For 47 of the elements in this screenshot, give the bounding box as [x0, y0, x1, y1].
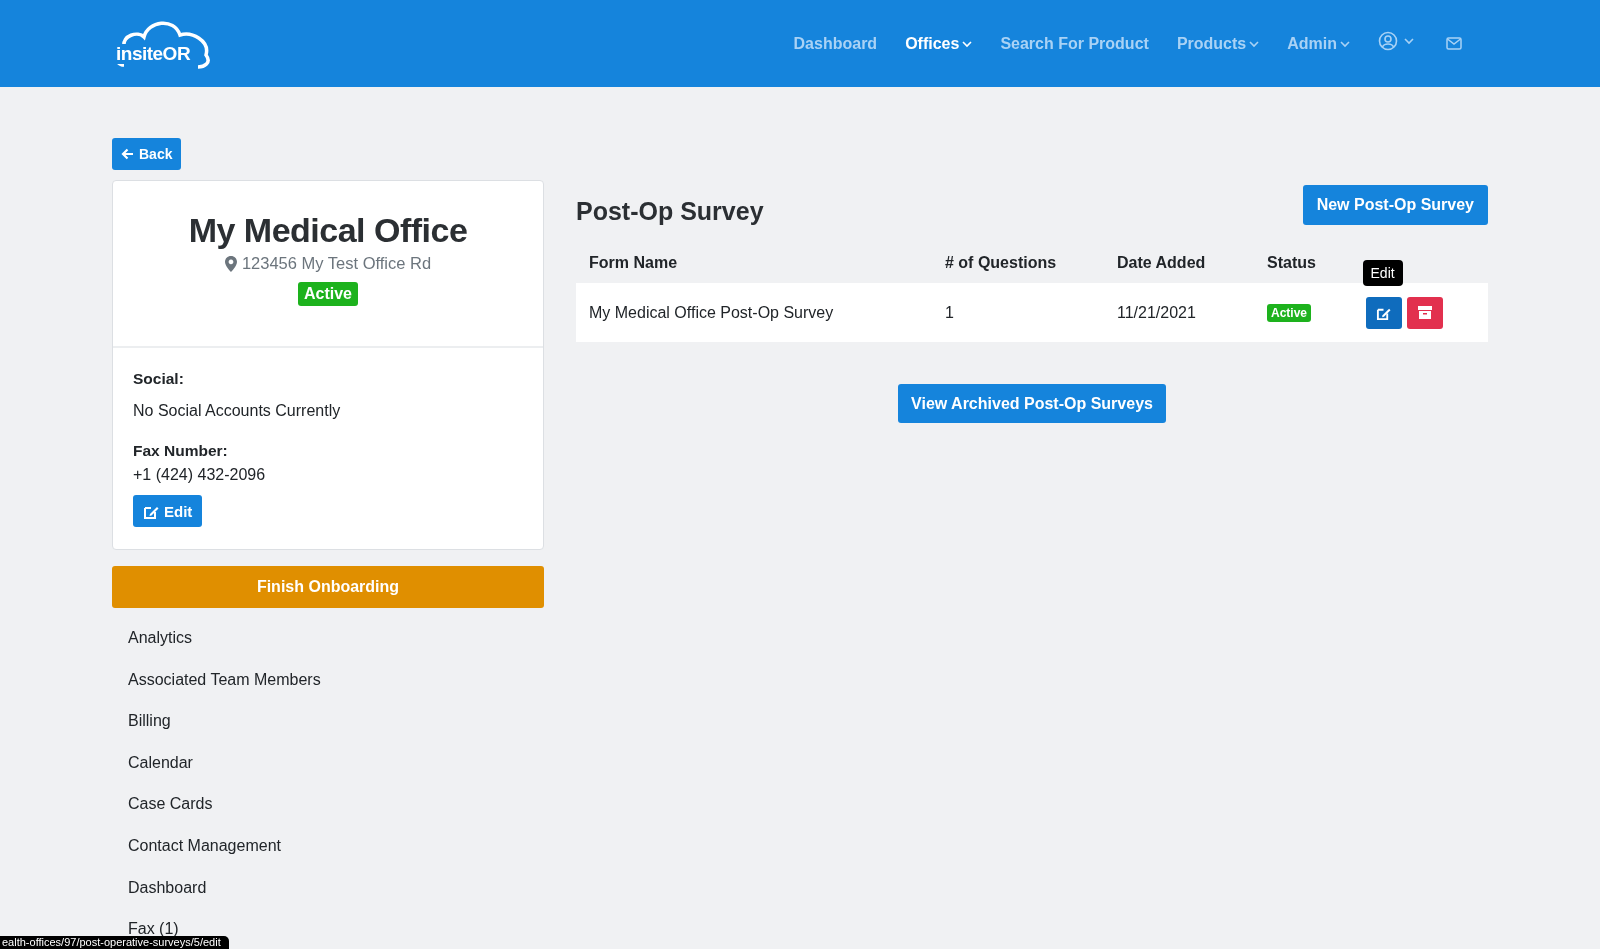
status-badge: Active	[1267, 304, 1312, 322]
back-button[interactable]: Back	[112, 138, 182, 170]
caret-icon	[1249, 39, 1260, 48]
sidebar-link[interactable]: Associated Team Members	[128, 669, 544, 712]
nav-link[interactable]: Search For Product	[986, 34, 1163, 53]
nav-link[interactable]: Products	[1162, 34, 1274, 53]
field-label: Social:	[133, 370, 185, 388]
archive-icon	[1417, 306, 1432, 319]
map-pin-icon	[224, 255, 237, 272]
column-header: Date Added	[1104, 243, 1254, 283]
arrow-left-icon	[121, 148, 134, 160]
caret-icon	[962, 39, 973, 48]
status-url: ealth-offices/97/post-operative-surveys/5/edit	[0, 936, 229, 949]
sidebar-link[interactable]: Billing	[128, 711, 544, 753]
edit-button[interactable]	[1365, 296, 1402, 329]
new-survey-button[interactable]: New Post-Op Survey	[1302, 185, 1488, 225]
sidebar-link[interactable]: Analytics	[128, 628, 544, 670]
column-header: Status	[1254, 243, 1353, 283]
column-header: Form Name	[576, 243, 932, 283]
field-label: Fax Number:	[133, 442, 229, 460]
office-address: 123456 My Test Office Rd	[241, 254, 432, 273]
sidebar-link[interactable]: Dashboard	[128, 877, 544, 920]
office-name: My Medical Office	[188, 211, 468, 250]
view-archived-button[interactable]: View Archived Post-Op Surveys	[898, 384, 1166, 423]
status-badge: Active	[298, 282, 358, 306]
edit-button[interactable]: Edit	[133, 495, 203, 527]
tooltip: Edit	[1362, 259, 1403, 286]
sidebar-link[interactable]: Case Cards	[128, 794, 544, 836]
nav-link[interactable]: Offices	[891, 34, 987, 53]
archive-button[interactable]	[1406, 296, 1443, 329]
table-cell: 11/21/2021	[1104, 283, 1254, 342]
sidebar-link[interactable]: Calendar	[128, 752, 544, 795]
field-value: +1 (424) 432-2096	[133, 466, 267, 484]
field-value: No Social Accounts Currently	[133, 402, 342, 420]
section-title: Post-Op Survey	[576, 197, 764, 226]
finish-onboarding-button[interactable]: Finish Onboarding	[112, 566, 544, 608]
user-circle-icon	[1378, 30, 1398, 51]
caret-icon	[1340, 39, 1350, 48]
sidebar-link[interactable]: Contact Management	[128, 835, 544, 878]
table-cell: 1	[932, 283, 1104, 342]
table-cell: My Medical Office Post-Op Survey	[576, 283, 932, 342]
caret-icon	[1404, 36, 1414, 45]
envelope-icon	[1446, 37, 1462, 50]
nav-link[interactable]: Admin	[1273, 34, 1364, 53]
logo[interactable]: insiteOR	[112, 14, 212, 69]
nav-link[interactable]: Dashboard	[779, 34, 892, 53]
column-header: # of Questions	[932, 243, 1104, 283]
